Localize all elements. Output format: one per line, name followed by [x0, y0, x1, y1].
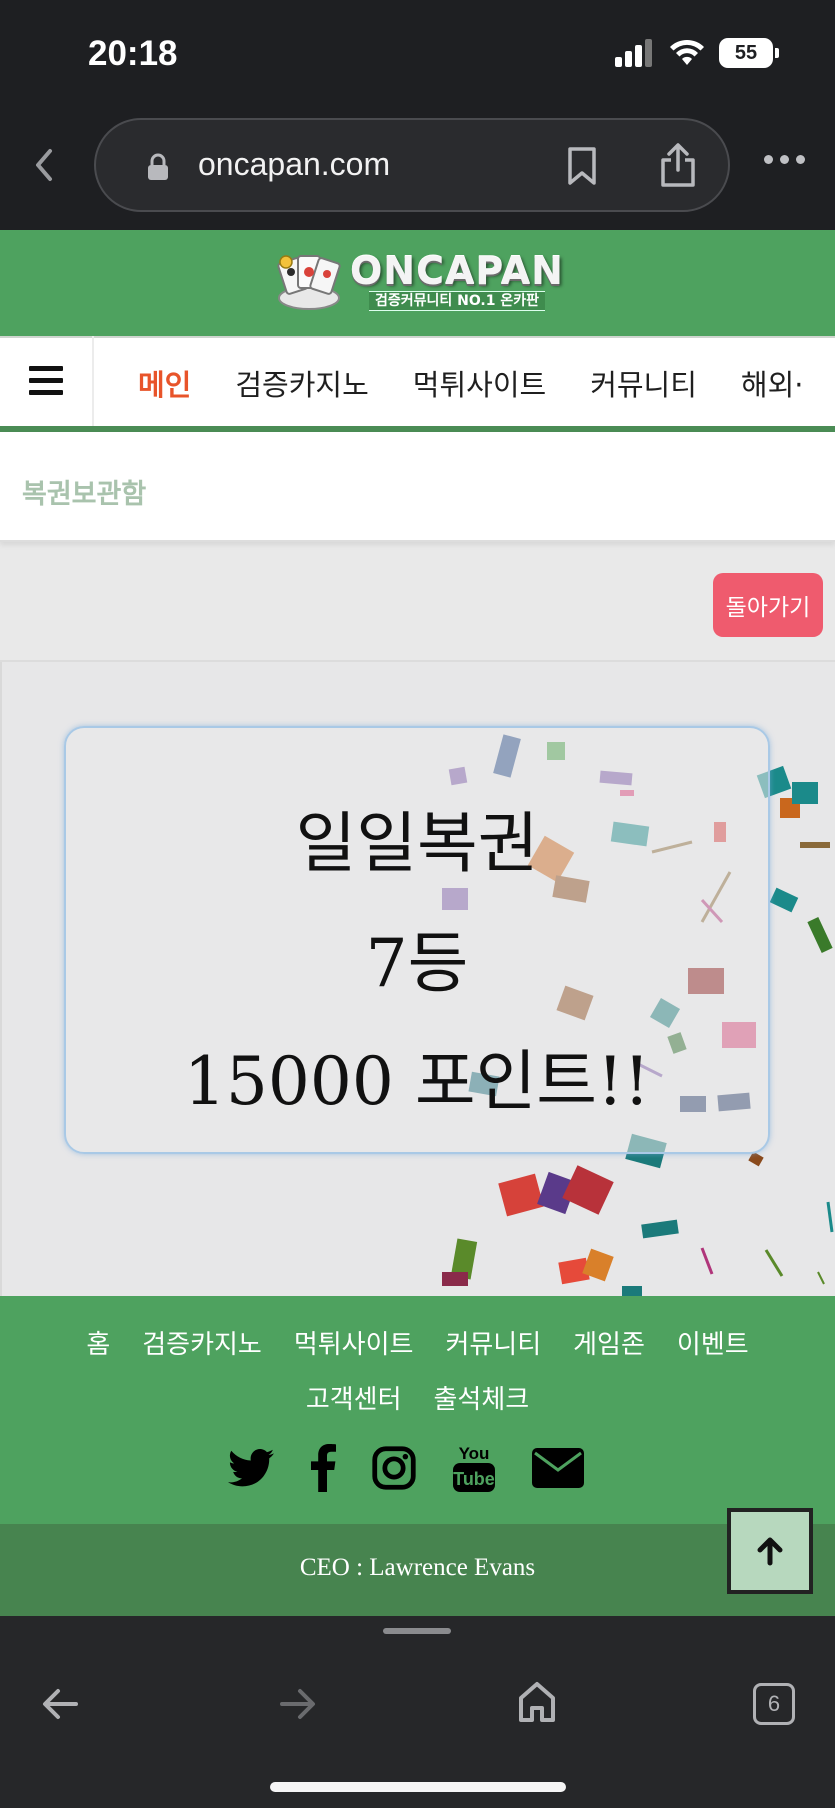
lock-icon: [148, 153, 168, 180]
browser-toolbar: 6: [0, 1616, 835, 1808]
arrow-up-icon: [757, 1537, 783, 1566]
home-indicator: [270, 1782, 566, 1792]
breadcrumb: 복권보관함: [0, 432, 835, 542]
footer-link-scam-sites[interactable]: 먹튀사이트: [294, 1324, 414, 1361]
site-header: ONCAPAN 검증커뮤니티 NO.1 온카판: [0, 230, 835, 336]
scroll-to-top-button[interactable]: [727, 1508, 813, 1594]
instagram-icon[interactable]: [372, 1446, 416, 1490]
footer-link-customer-center[interactable]: 고객센터: [306, 1379, 402, 1416]
footer-link-verified-casino[interactable]: 검증카지노: [142, 1324, 262, 1361]
nav-item-verified-casino[interactable]: 검증카지노: [235, 362, 368, 404]
battery-level: 55: [719, 38, 773, 68]
sheet-grabber[interactable]: [383, 1628, 451, 1634]
prize-rank: 7등: [365, 925, 469, 1002]
status-icons: 55: [615, 38, 779, 68]
cards-logo-icon: [277, 255, 341, 310]
prize-points: 15000 포인트!!: [183, 1043, 651, 1120]
address-bar[interactable]: oncapan.com: [94, 118, 730, 212]
hamburger-menu-icon[interactable]: [0, 336, 94, 426]
social-links: You Tube: [228, 1442, 584, 1494]
footer-links: 홈 검증카지노 먹튀사이트 커뮤니티 게임존 이벤트 고객센터 출석체크: [40, 1324, 795, 1416]
mail-icon[interactable]: [532, 1448, 584, 1488]
svg-text:You: You: [459, 1444, 490, 1463]
prize-title: 일일복권: [295, 805, 539, 882]
url-text: oncapan.com: [198, 146, 391, 182]
more-options-icon[interactable]: [764, 155, 805, 164]
back-arrow-icon[interactable]: [40, 1684, 80, 1724]
page-title: 복권보관함: [22, 479, 147, 510]
nav-item-overseas[interactable]: 해외·: [741, 362, 804, 404]
footer-link-home[interactable]: 홈: [86, 1324, 110, 1361]
twitter-icon[interactable]: [228, 1448, 274, 1488]
forward-arrow-icon[interactable]: [278, 1684, 318, 1724]
youtube-icon[interactable]: You Tube: [452, 1442, 496, 1494]
prize-card: 일일복권 7등 15000 포인트!!: [64, 726, 770, 1154]
battery-indicator: 55: [719, 38, 779, 68]
nav-item-scam-sites[interactable]: 먹튀사이트: [413, 362, 546, 404]
logo-title: ONCAPAN: [350, 249, 564, 293]
back-button[interactable]: 돌아가기: [713, 573, 823, 637]
ceo-text: CEO : Lawrence Evans: [299, 1554, 536, 1581]
home-icon[interactable]: [518, 1680, 556, 1724]
svg-text:Tube: Tube: [453, 1469, 495, 1489]
logo-subtitle: 검증커뮤니티 NO.1 온카판: [368, 291, 546, 311]
footer-company-info: CEO : Lawrence Evans: [0, 1524, 835, 1616]
nav-item-community[interactable]: 커뮤니티: [590, 362, 697, 404]
tabs-button[interactable]: 6: [753, 1683, 795, 1725]
wifi-icon: [670, 39, 704, 65]
footer: 홈 검증카지노 먹튀사이트 커뮤니티 게임존 이벤트 고객센터 출석체크 You…: [0, 1296, 835, 1524]
status-bar: 20:18 55: [0, 0, 835, 110]
bookmark-icon[interactable]: [566, 146, 598, 186]
cellular-signal-icon: [615, 39, 652, 67]
main-nav: 메인 검증카지노 먹튀사이트 커뮤니티 해외·: [0, 336, 835, 432]
nav-item-main[interactable]: 메인: [138, 362, 191, 404]
footer-link-game-zone[interactable]: 게임존: [573, 1324, 645, 1361]
site-logo[interactable]: ONCAPAN 검증커뮤니티 NO.1 온카판: [276, 250, 564, 312]
share-icon[interactable]: [658, 142, 698, 188]
browser-bar: oncapan.com: [0, 110, 835, 230]
footer-link-attendance[interactable]: 출석체크: [434, 1379, 530, 1416]
status-time: 20:18: [88, 34, 178, 73]
back-chevron-icon[interactable]: [30, 145, 60, 185]
footer-link-events[interactable]: 이벤트: [677, 1324, 749, 1361]
facebook-icon[interactable]: [310, 1444, 336, 1492]
footer-link-community[interactable]: 커뮤니티: [445, 1324, 541, 1361]
